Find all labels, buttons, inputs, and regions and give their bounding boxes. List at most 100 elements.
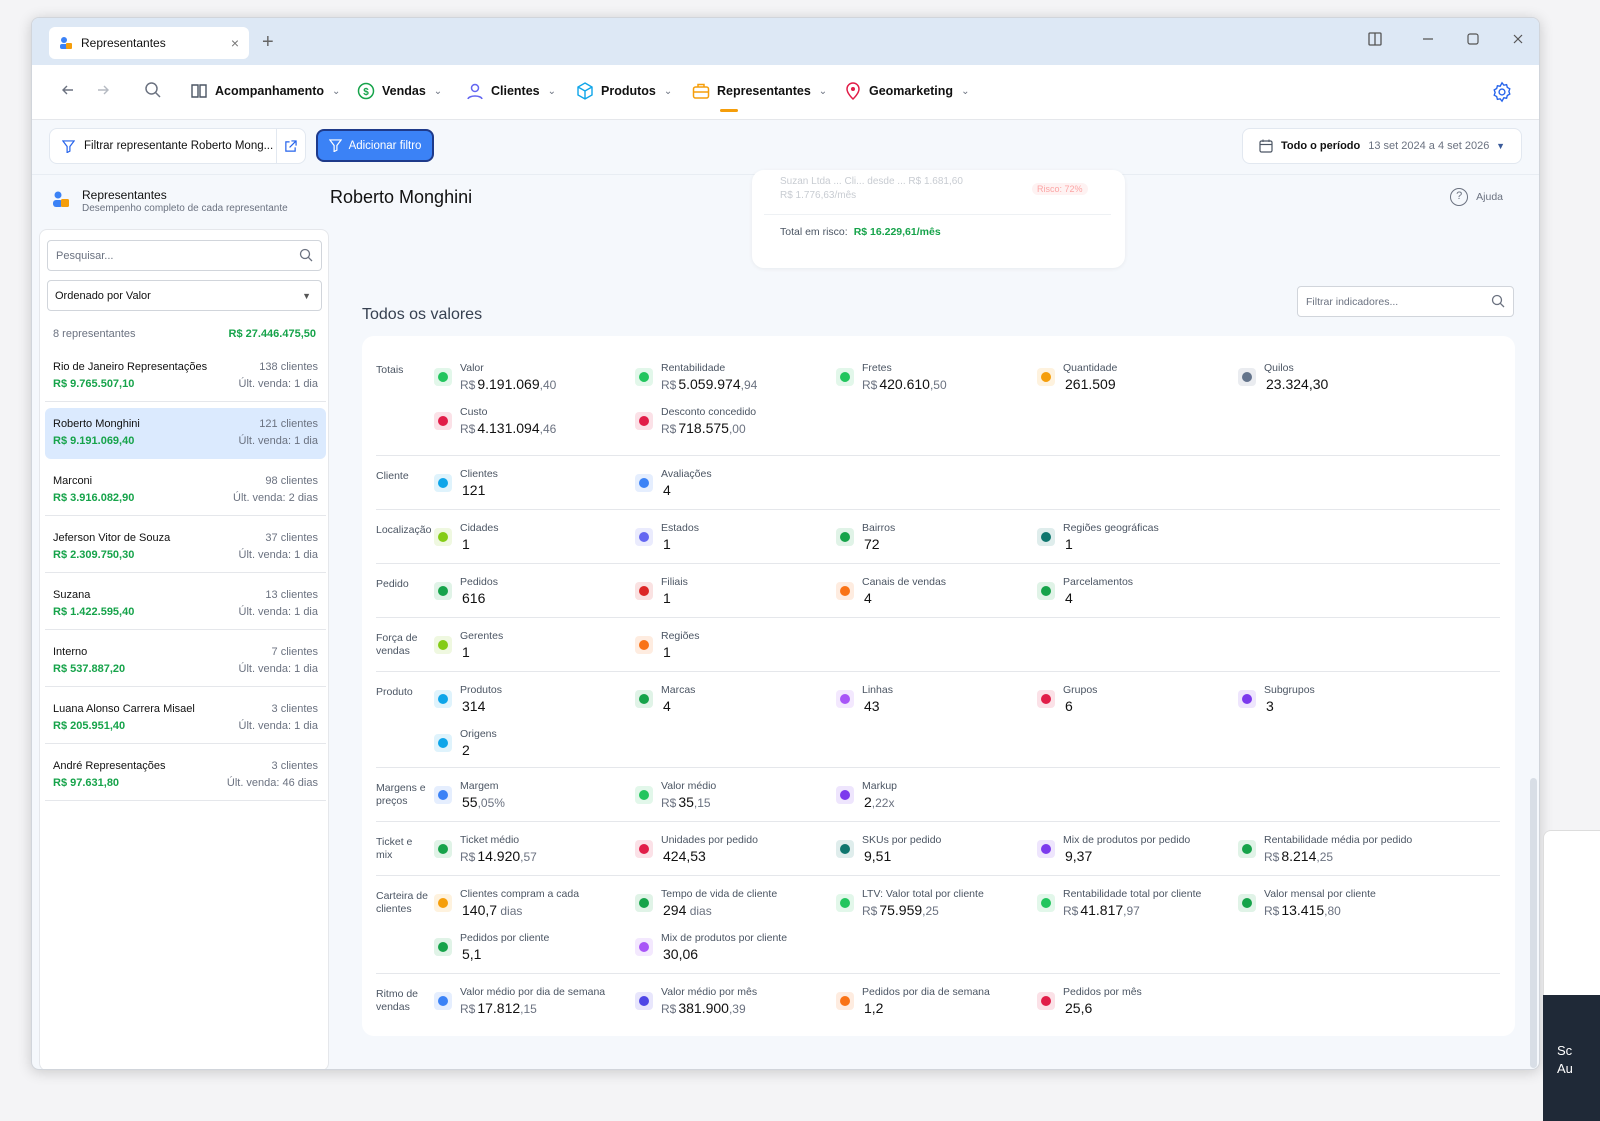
representative-name: Interno — [53, 646, 88, 658]
metric-item[interactable]: Pedidos por dia de semana 1,2 — [836, 974, 1036, 1016]
help-button[interactable]: ? Ajuda — [1450, 188, 1503, 206]
metric-item[interactable]: Mix de produtos por cliente 30,06 — [635, 920, 835, 962]
close-window-icon[interactable] — [1511, 32, 1525, 46]
metric-item[interactable]: Pedidos por cliente 5,1 — [434, 920, 634, 962]
metric-item[interactable]: Filiais 1 — [635, 564, 835, 606]
metric-item[interactable]: Quilos 23.324,30 — [1238, 350, 1438, 392]
tab-title: Representantes — [81, 36, 166, 50]
nav-acompanhamento[interactable]: Acompanhamento ⌄ — [190, 82, 340, 100]
metric-item[interactable]: Valor R$ 9.191.069,40 — [434, 350, 634, 392]
chevron-down-icon: ⌄ — [332, 85, 341, 97]
metric-item[interactable]: Valor médio R$ 35,15 — [635, 768, 835, 810]
metric-item[interactable]: Margem 55,05% — [434, 768, 634, 810]
risk-card: Suzan Ltda ... Cli... desde ... R$ 1.681… — [752, 170, 1125, 268]
metric-item[interactable]: Rentabilidade R$ 5.059.974,94 — [635, 350, 835, 392]
settings-gear-icon[interactable] — [1491, 81, 1513, 103]
metric-item[interactable]: Subgrupos 3 — [1238, 672, 1438, 714]
calendar-icon — [635, 992, 653, 1010]
period-selector[interactable]: Todo o período 13 set 2024 a 4 set 2026 … — [1242, 128, 1522, 164]
metric-item[interactable]: Origens 2 — [434, 716, 634, 758]
representative-value: R$ 3.916.082,90 — [53, 492, 135, 504]
metric-item[interactable]: Parcelamentos 4 — [1037, 564, 1237, 606]
metric-item[interactable]: Tempo de vida de cliente 294 dias — [635, 876, 835, 918]
metric-item[interactable]: Valor médio por mês R$ 381.900,39 — [635, 974, 835, 1016]
close-tab-icon[interactable]: × — [231, 35, 239, 51]
metric-number: 294 — [663, 902, 687, 918]
metric-item[interactable]: Clientes compram a cada 140,7 dias — [434, 876, 634, 918]
metric-item[interactable]: Markup 2,22x — [836, 768, 1036, 810]
active-filter-pill[interactable]: Filtrar representante Roberto Mong... — [49, 128, 306, 164]
metrics-row-label: Margens e preços — [376, 782, 426, 807]
add-filter-button[interactable]: Adicionar filtro — [316, 129, 434, 162]
representative-item[interactable]: Suzana R$ 1.422.595,40 13 clientes Últ. ven… — [45, 579, 326, 630]
metric-item[interactable]: Custo R$ 4.131.094,46 — [434, 394, 634, 436]
maximize-icon[interactable] — [1466, 32, 1480, 46]
scrollbar[interactable] — [1530, 778, 1537, 1068]
metric-label: Quantidade — [1063, 362, 1118, 374]
metric-value: 1 — [460, 536, 470, 552]
metric-item[interactable]: Pedidos por mês 25,6 — [1037, 974, 1237, 1016]
page-title: Roberto Monghini — [330, 187, 473, 207]
metric-item[interactable]: Gerentes 1 — [434, 618, 634, 660]
back-arrow-icon[interactable] — [61, 83, 75, 97]
metrics-row-label: Produto — [376, 686, 413, 698]
metric-item[interactable]: Valor médio por dia de semana R$ 17.812,15 — [434, 974, 634, 1016]
nav-produtos[interactable]: Produtos ⌄ — [576, 82, 672, 100]
representative-item[interactable]: Marconi R$ 3.916.082,90 98 clientes Últ. ve… — [45, 465, 326, 516]
nav-representantes[interactable]: Representantes ⌄ — [692, 82, 827, 112]
browser-tab[interactable]: Representantes × — [49, 27, 249, 59]
nav-geomarketing[interactable]: Geomarketing ⌄ — [844, 82, 969, 100]
metric-item[interactable]: Quantidade 261.509 — [1037, 350, 1237, 392]
metric-item[interactable]: Cidades 1 — [434, 510, 634, 552]
metric-item[interactable]: Regiões 1 — [635, 618, 835, 660]
metric-item[interactable]: Fretes R$ 420.610,50 — [836, 350, 1036, 392]
representative-clients: 98 clientes — [265, 475, 318, 487]
metric-item[interactable]: Pedidos 616 — [434, 564, 634, 606]
metric-item[interactable]: Ticket médio R$ 14.920,57 — [434, 822, 634, 864]
metric-item[interactable]: LTV: Valor total por cliente R$ 75.959,25 — [836, 876, 1036, 918]
metric-item[interactable]: Estados 1 — [635, 510, 835, 552]
nav-clientes[interactable]: Clientes ⌄ — [466, 82, 556, 100]
representative-item[interactable]: Jeferson Vitor de Souza R$ 2.309.750,30 37… — [45, 522, 326, 573]
metric-item[interactable]: Desconto concedido R$ 718.575,00 — [635, 394, 835, 436]
metric-item[interactable]: Unidades por pedido 424,53 — [635, 822, 835, 864]
representative-item[interactable]: Luana Alonso Carrera Misael R$ 205.951,40… — [45, 693, 326, 744]
split-view-icon[interactable] — [1368, 32, 1382, 46]
metric-label: Regiões geográficas — [1063, 522, 1159, 534]
metric-item[interactable]: Produtos 314 — [434, 672, 634, 714]
sort-select[interactable]: Ordenado por Valor ▼ — [47, 280, 322, 311]
metric-item[interactable]: Rentabilidade média por pedido R$ 8.214,25 — [1238, 822, 1438, 864]
metrics-row-label: Carteira de clientes — [376, 890, 428, 915]
forward-arrow-icon[interactable] — [96, 83, 110, 97]
metric-item[interactable]: Bairros 72 — [836, 510, 1036, 552]
metric-item[interactable]: Linhas 43 — [836, 672, 1036, 714]
metric-item[interactable]: SKUs por pedido 9,51 — [836, 822, 1036, 864]
metric-item[interactable]: Rentabilidade total por cliente R$ 41.817,… — [1037, 876, 1237, 918]
metric-item[interactable]: Marcas 4 — [635, 672, 835, 714]
indicator-filter-input[interactable]: Filtrar indicadores... — [1297, 286, 1514, 317]
new-tab-icon[interactable]: + — [262, 31, 274, 54]
nav-label: Produtos — [601, 84, 656, 98]
metric-number: 35 — [678, 794, 694, 810]
metric-item[interactable]: Regiões geográficas 1 — [1037, 510, 1237, 552]
metric-item[interactable]: Clientes 121 — [434, 456, 634, 498]
representative-item[interactable]: Interno R$ 537.887,20 7 clientes Últ. venda… — [45, 636, 326, 687]
sort-value: Ordenado por Valor — [55, 290, 151, 302]
nav-vendas[interactable]: $ Vendas ⌄ — [357, 82, 442, 100]
search-input[interactable]: Pesquisar... — [47, 240, 322, 271]
representative-item[interactable]: Rio de Janeiro Representações R$ 9.765.50… — [45, 351, 326, 402]
external-link-icon[interactable] — [284, 140, 297, 153]
metric-item[interactable]: Canais de vendas 4 — [836, 564, 1036, 606]
metric-number: 8.214 — [1281, 848, 1317, 864]
metric-item[interactable]: Avaliações 4 — [635, 456, 835, 498]
representative-item[interactable]: Roberto Monghini R$ 9.191.069,40 121 clien… — [45, 408, 326, 459]
metric-item[interactable]: Mix de produtos por pedido 9,37 — [1037, 822, 1237, 864]
representative-item[interactable]: André Representações R$ 97.631,80 3 client… — [45, 750, 326, 801]
metric-prefix: R$ — [661, 796, 677, 810]
minimize-icon[interactable] — [1421, 32, 1435, 46]
metric-value: 2,22x — [862, 794, 894, 810]
metric-value: R$ 17.812,15 — [460, 1000, 537, 1016]
metric-item[interactable]: Valor mensal por cliente R$ 13.415,80 — [1238, 876, 1438, 918]
search-icon[interactable] — [144, 81, 162, 99]
metric-item[interactable]: Grupos 6 — [1037, 672, 1237, 714]
